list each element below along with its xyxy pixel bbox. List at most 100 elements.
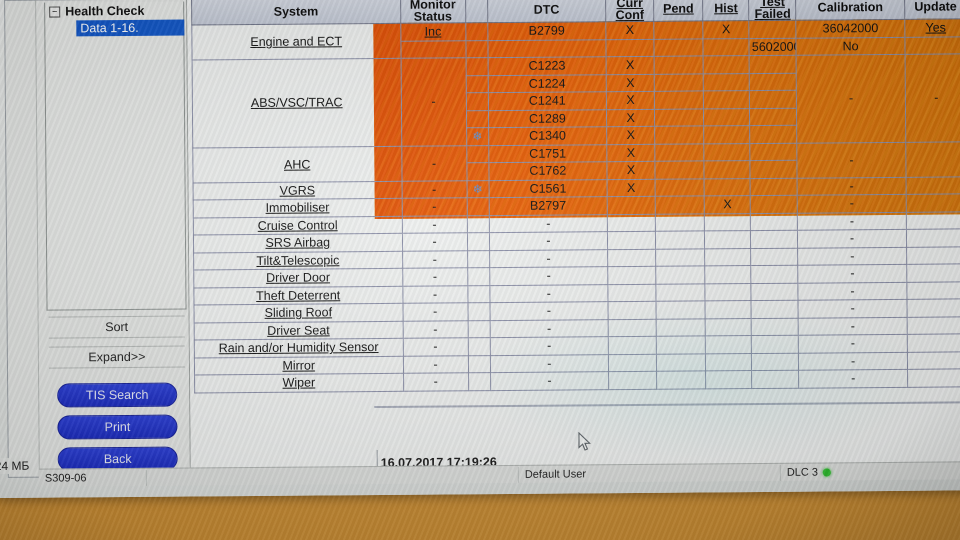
cell-dtc [465, 40, 488, 58]
cell-calibration: - [797, 141, 906, 178]
cell-system[interactable]: Immobiliser [193, 198, 402, 218]
cell-system[interactable]: Sliding Roof [193, 303, 403, 323]
print-button[interactable]: Print [57, 414, 178, 440]
tis-search-button[interactable]: TIS Search [57, 382, 178, 408]
cell-calibration: - [797, 194, 907, 213]
cell-system[interactable]: ABS/VSC/TRAC [192, 58, 402, 148]
cell-test-failed [749, 125, 798, 144]
header-hist[interactable]: Hist [702, 0, 750, 21]
header-curr-conf-line2: Conf [615, 7, 645, 22]
cell-curr-conf [608, 318, 657, 337]
cell-pend [656, 335, 706, 354]
cell-calibration: 36042000 [796, 19, 905, 38]
cell-dtc: - [489, 336, 609, 356]
cell-calibration: - [798, 281, 907, 301]
cell-dtc: C1751 [488, 144, 607, 163]
cell-icon-empty [466, 197, 490, 216]
sort-button[interactable]: Sort [48, 315, 185, 339]
cell-hist [704, 248, 752, 266]
cell-system[interactable]: AHC [192, 145, 402, 183]
cell-system[interactable]: Driver Door [193, 268, 403, 288]
cell-system[interactable]: Engine and ECT [191, 23, 401, 60]
cell-hist [703, 55, 750, 74]
cell-pend [656, 353, 706, 372]
cell-pend [653, 20, 704, 39]
cell-curr-conf [607, 213, 656, 232]
cell-pend [655, 230, 705, 249]
cell-monitor-status: - [401, 215, 468, 234]
cell-test-failed [750, 160, 798, 179]
cell-system[interactable]: Driver Seat [194, 320, 403, 340]
cell-calibration: - [798, 351, 908, 371]
cell-icon-empty [467, 250, 490, 268]
cell-test-failed [751, 300, 799, 319]
cell-system[interactable]: Wiper [194, 373, 404, 393]
cell-curr-conf: X [606, 56, 655, 75]
cell-hist [654, 38, 704, 57]
cell-monitor-status: - [401, 197, 467, 216]
cell-icon-empty [467, 302, 490, 321]
cell-update[interactable]: Yes [904, 18, 960, 37]
header-calibration: Calibration [796, 0, 905, 21]
cell-test-failed [749, 55, 797, 74]
cell-hist [704, 160, 751, 179]
cell-calibration: - [797, 229, 907, 248]
cell-dtc: C1561 [488, 179, 608, 198]
cell-curr-conf [607, 283, 657, 302]
tree-collapse-icon[interactable]: − [49, 5, 61, 18]
cell-system[interactable]: SRS Airbag [193, 233, 403, 253]
header-test-failed[interactable]: Test Failed [748, 0, 797, 21]
cell-hist [705, 370, 753, 389]
cell-calibration: - [798, 264, 907, 283]
cell-hist: X [704, 195, 751, 214]
freeze-frame-icon[interactable]: ❄ [466, 127, 489, 146]
expand-button[interactable]: Expand>> [48, 345, 185, 369]
cell-dtc: - [490, 371, 609, 391]
data-tree-panel: − Health Check Data 1-16. [44, 1, 187, 311]
cell-monitor-status: - [403, 372, 469, 391]
cell-system[interactable]: Theft Deterrent [193, 285, 403, 305]
cell-update [906, 316, 960, 335]
tree-root-row[interactable]: − Health Check [45, 2, 183, 21]
tree-item-data-1-16[interactable]: Data 1-16. [76, 19, 185, 37]
health-check-main: System Monitor Status DTC Curr Conf Pend… [187, 0, 960, 478]
techstream-health-check-window: − Health Check Data 1-16. Sort Expand>> … [4, 0, 960, 487]
cell-calibration: 56020000 [749, 37, 797, 56]
cell-calibration: - [799, 369, 908, 388]
cell-icon-empty [466, 162, 489, 181]
cell-curr-conf [607, 248, 656, 267]
cell-system[interactable]: Rain and/or Humidity Sensor [194, 338, 403, 358]
status-code: S309-06 [38, 469, 147, 487]
cell-pend [656, 318, 706, 337]
cell-test-failed [750, 195, 798, 214]
cell-dtc: - [489, 214, 608, 233]
cell-dtc: - [489, 284, 609, 303]
cell-test-failed [751, 352, 800, 371]
cell-curr-conf: X [606, 108, 655, 127]
cell-icon-empty [467, 267, 490, 286]
cell-curr-conf: X [606, 161, 656, 180]
cell-hist [703, 73, 750, 91]
cell-update [905, 141, 960, 177]
cell-icon-empty [467, 320, 490, 338]
cell-icon-empty [466, 92, 489, 111]
cell-pend [655, 195, 705, 214]
cell-system[interactable]: Mirror [194, 355, 404, 375]
cell-icon-empty [466, 215, 490, 233]
cell-hist [703, 125, 751, 144]
freeze-frame-icon[interactable]: ❄ [466, 180, 489, 198]
cell-system[interactable]: VGRS [193, 180, 402, 200]
cell-monitor-status[interactable]: Inc [400, 22, 466, 41]
header-curr-conf[interactable]: Curr Conf [605, 0, 654, 22]
cell-icon-empty [467, 285, 490, 303]
header-pend[interactable]: Pend [653, 0, 704, 22]
cell-dtc: - [489, 266, 608, 286]
cell-monitor-status: - [401, 180, 467, 199]
cell-system[interactable]: Cruise Control [193, 215, 402, 235]
header-icon-column [465, 0, 488, 23]
cell-update: - [904, 53, 960, 142]
cell-update [907, 368, 960, 387]
health-check-table: System Monitor Status DTC Curr Conf Pend… [191, 0, 960, 393]
cell-icon-empty [468, 372, 491, 391]
cell-system[interactable]: Tilt&Telescopic [193, 250, 403, 270]
